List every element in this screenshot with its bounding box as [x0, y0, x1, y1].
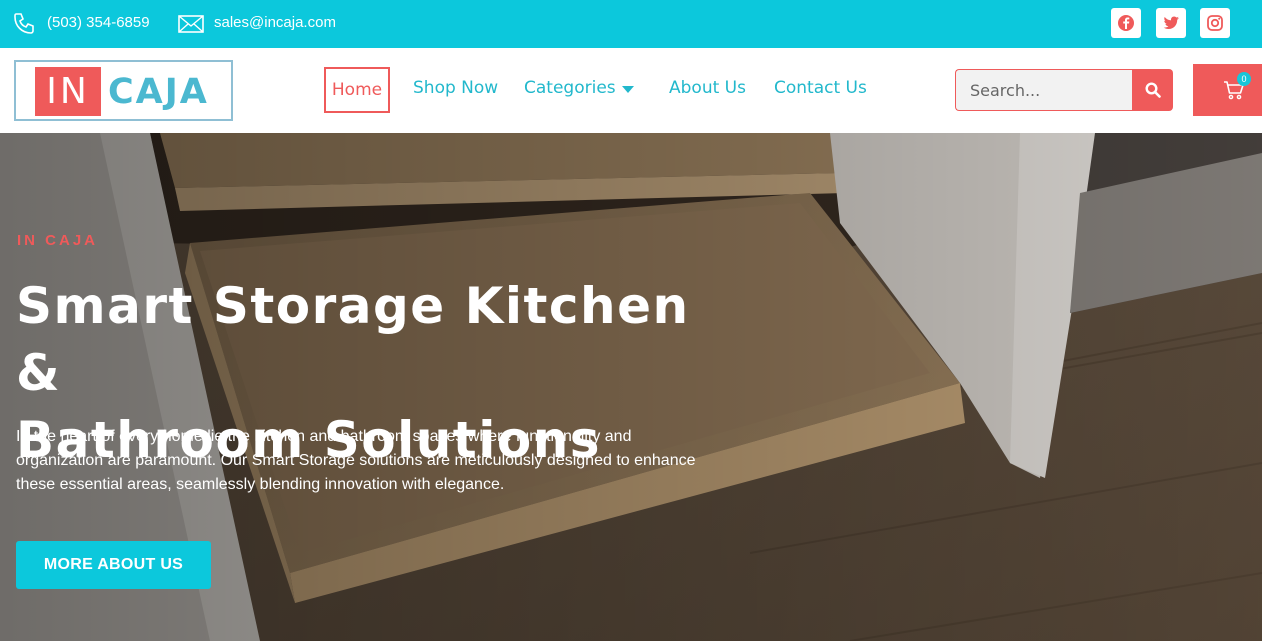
nav-categories[interactable]: Categories — [524, 78, 616, 98]
chevron-down-icon[interactable] — [622, 86, 634, 93]
instagram-icon — [1207, 15, 1223, 31]
instagram-link[interactable] — [1200, 8, 1230, 38]
more-about-us-button[interactable]: MORE ABOUT US — [16, 541, 211, 589]
search-form — [955, 69, 1173, 111]
hero-section: IN CAJA Smart Storage Kitchen & Bathroom… — [0, 133, 1262, 641]
nav-contact-us[interactable]: Contact Us — [774, 78, 867, 98]
email-address[interactable]: sales@incaja.com — [214, 14, 336, 31]
cart-button[interactable]: 0 — [1193, 64, 1262, 116]
search-icon — [1144, 82, 1161, 98]
logo-in: IN — [35, 67, 101, 116]
facebook-icon — [1118, 15, 1134, 31]
facebook-link[interactable] — [1111, 8, 1141, 38]
nav-shop-now[interactable]: Shop Now — [413, 78, 498, 98]
hero-eyebrow: IN CAJA — [17, 232, 99, 249]
search-button[interactable] — [1132, 69, 1173, 111]
cart-count-badge: 0 — [1237, 72, 1251, 86]
search-input[interactable] — [955, 69, 1133, 111]
site-logo[interactable]: IN CAJA — [14, 60, 233, 121]
twitter-link[interactable] — [1156, 8, 1186, 38]
twitter-icon — [1163, 16, 1179, 29]
hero-headline-line1: Smart Storage Kitchen & — [16, 277, 690, 402]
site-header: IN CAJA Home Shop Now Categories About U… — [0, 48, 1262, 133]
nav-home[interactable]: Home — [324, 67, 390, 113]
top-bar: (503) 354-6859 sales@incaja.com — [0, 0, 1262, 48]
mail-icon — [178, 15, 204, 33]
phone-icon — [14, 13, 34, 34]
logo-caja: CAJA — [108, 72, 209, 112]
hero-description: In the heart of every home lie the kitch… — [16, 428, 696, 493]
phone-number[interactable]: (503) 354-6859 — [47, 14, 150, 31]
nav-about-us[interactable]: About Us — [669, 78, 746, 98]
